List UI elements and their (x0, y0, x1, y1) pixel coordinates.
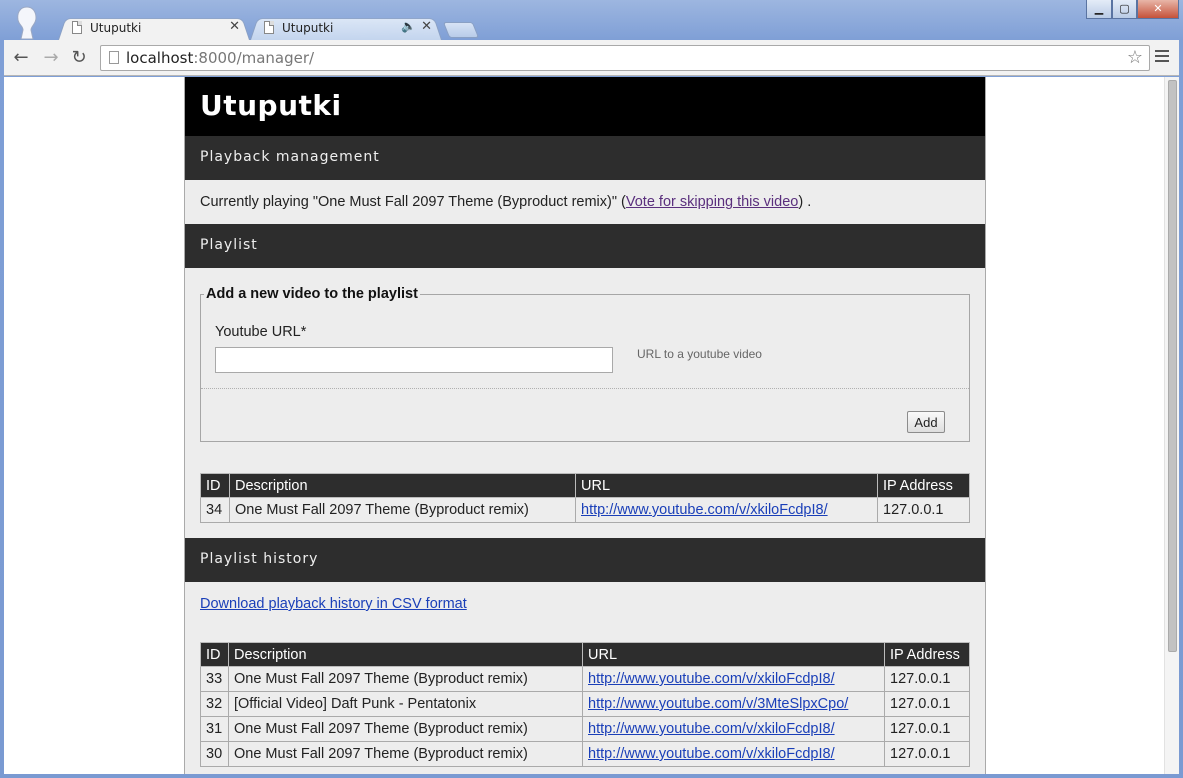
table-row: 31 One Must Fall 2097 Theme (Byproduct r… (200, 716, 970, 742)
page-viewport: Utuputki Playback management Currently p… (4, 77, 1179, 774)
history-table: ID Description URL IP Address 33 One Mus… (200, 642, 970, 767)
forward-arrow-icon[interactable]: → (40, 48, 62, 68)
video-url-link[interactable]: http://www.youtube.com/v/3MteSlpxCpo/ (588, 696, 848, 712)
youtube-url-help: URL to a youtube video (637, 347, 762, 361)
tab-title: Utuputki (282, 21, 334, 35)
csv-download: Download playback history in CSV format (200, 582, 970, 626)
cell-url: http://www.youtube.com/v/xkiloFcdpI8/ (582, 666, 885, 692)
youtube-url-input[interactable] (215, 347, 613, 373)
col-url: URL (582, 642, 885, 667)
youtube-url-label: Youtube URL* (215, 324, 307, 340)
page-icon (72, 21, 82, 34)
col-url: URL (575, 473, 878, 498)
section-heading-playback: Playback management (185, 136, 985, 180)
address-host: localhost (126, 49, 194, 67)
site-title: Utuputki (200, 89, 342, 122)
address-url[interactable]: localhost:8000/manager/ (126, 49, 314, 67)
table-row: 34 One Must Fall 2097 Theme (Byproduct r… (200, 497, 970, 523)
video-url-link[interactable]: http://www.youtube.com/v/xkiloFcdpI8/ (588, 721, 835, 737)
history-section: Download playback history in CSV format … (185, 582, 985, 767)
page-icon (264, 21, 274, 34)
browser-window: Utuputki ✕ Utuputki 🔈 ✕ ▁ ▢ ✕ ← → ↻ loca… (0, 0, 1183, 778)
reload-icon[interactable]: ↻ (68, 48, 90, 68)
bookmark-star-icon[interactable]: ☆ (1127, 47, 1143, 68)
tab-title: Utuputki (90, 21, 142, 35)
close-tab-icon[interactable]: ✕ (421, 19, 432, 34)
close-tab-icon[interactable]: ✕ (229, 19, 240, 34)
add-button[interactable]: Add (907, 411, 945, 433)
close-window-button[interactable]: ✕ (1137, 0, 1179, 19)
cell-id: 33 (200, 666, 229, 692)
table-row: 32 [Official Video] Daft Punk - Pentaton… (200, 691, 970, 717)
cell-url: http://www.youtube.com/v/xkiloFcdpI8/ (582, 716, 885, 742)
back-arrow-icon[interactable]: ← (10, 48, 32, 68)
now-playing: Currently playing "One Must Fall 2097 Th… (185, 180, 985, 224)
playlist-section: Add a new video to the playlist Youtube … (185, 286, 985, 523)
cell-description: One Must Fall 2097 Theme (Byproduct remi… (229, 497, 576, 523)
col-id: ID (200, 642, 229, 667)
minimize-button[interactable]: ▁ (1086, 0, 1112, 19)
cell-description: [Official Video] Daft Punk - Pentatonix (228, 691, 583, 717)
cell-id: 34 (200, 497, 230, 523)
cell-url: http://www.youtube.com/v/xkiloFcdpI8/ (582, 741, 885, 767)
col-description: Description (228, 642, 583, 667)
col-ip: IP Address (877, 473, 970, 498)
cell-url: http://www.youtube.com/v/xkiloFcdpI8/ (575, 497, 878, 523)
maximize-button[interactable]: ▢ (1112, 0, 1137, 19)
cell-description: One Must Fall 2097 Theme (Byproduct remi… (228, 666, 583, 692)
form-legend: Add a new video to the playlist (206, 286, 418, 302)
cell-id: 31 (200, 716, 229, 742)
speaker-icon: 🔈 (401, 19, 416, 33)
video-url-link[interactable]: http://www.youtube.com/v/xkiloFcdpI8/ (588, 671, 835, 687)
table-row: 30 One Must Fall 2097 Theme (Byproduct r… (200, 741, 970, 767)
cell-url: http://www.youtube.com/v/3MteSlpxCpo/ (582, 691, 885, 717)
col-id: ID (200, 473, 230, 498)
col-description: Description (229, 473, 576, 498)
now-playing-end: ) . (798, 194, 812, 210)
scrollbar-thumb[interactable] (1168, 80, 1177, 652)
col-ip: IP Address (884, 642, 970, 667)
video-url-link[interactable]: http://www.youtube.com/v/xkiloFcdpI8/ (581, 502, 828, 518)
address-path: :8000/manager/ (193, 49, 315, 67)
cell-description: One Must Fall 2097 Theme (Byproduct remi… (228, 716, 583, 742)
page-content: Utuputki Playback management Currently p… (184, 77, 986, 774)
csv-download-link[interactable]: Download playback history in CSV format (200, 596, 467, 612)
playlist-table: ID Description URL IP Address 34 One Mus… (200, 473, 970, 523)
add-video-form: Add a new video to the playlist Youtube … (200, 286, 970, 442)
cell-ip: 127.0.0.1 (884, 666, 970, 692)
tab-strip: Utuputki ✕ Utuputki 🔈 ✕ ▁ ▢ ✕ (0, 0, 1183, 40)
cell-description: One Must Fall 2097 Theme (Byproduct remi… (228, 741, 583, 767)
cell-id: 30 (200, 741, 229, 767)
table-header-row: ID Description URL IP Address (200, 473, 970, 498)
site-header: Utuputki (185, 77, 985, 136)
section-heading-playlist: Playlist (185, 224, 985, 268)
cell-id: 32 (200, 691, 229, 717)
new-tab-button[interactable] (442, 22, 480, 38)
table-header-row: ID Description URL IP Address (200, 642, 970, 667)
cell-ip: 127.0.0.1 (884, 741, 970, 767)
video-url-link[interactable]: http://www.youtube.com/v/xkiloFcdpI8/ (588, 746, 835, 762)
table-row: 33 One Must Fall 2097 Theme (Byproduct r… (200, 666, 970, 692)
address-bar[interactable]: localhost:8000/manager/ ☆ (100, 45, 1150, 71)
browser-toolbar: ← → ↻ localhost:8000/manager/ ☆ (4, 40, 1179, 76)
now-playing-text: Currently playing "One Must Fall 2097 Th… (200, 194, 626, 210)
tab-utuputki-inactive[interactable]: Utuputki 🔈 ✕ (250, 16, 442, 40)
cell-ip: 127.0.0.1 (884, 691, 970, 717)
section-heading-history: Playlist history (185, 538, 985, 582)
menu-icon[interactable] (1155, 50, 1169, 64)
vertical-scrollbar[interactable] (1164, 77, 1179, 774)
tab-utuputki-active[interactable]: Utuputki ✕ (58, 16, 250, 40)
vote-skip-link[interactable]: Vote for skipping this video (626, 194, 799, 210)
page-icon (109, 51, 119, 64)
form-divider (201, 388, 969, 389)
cell-ip: 127.0.0.1 (884, 716, 970, 742)
cell-ip: 127.0.0.1 (877, 497, 970, 523)
profile-icon[interactable] (14, 6, 40, 40)
